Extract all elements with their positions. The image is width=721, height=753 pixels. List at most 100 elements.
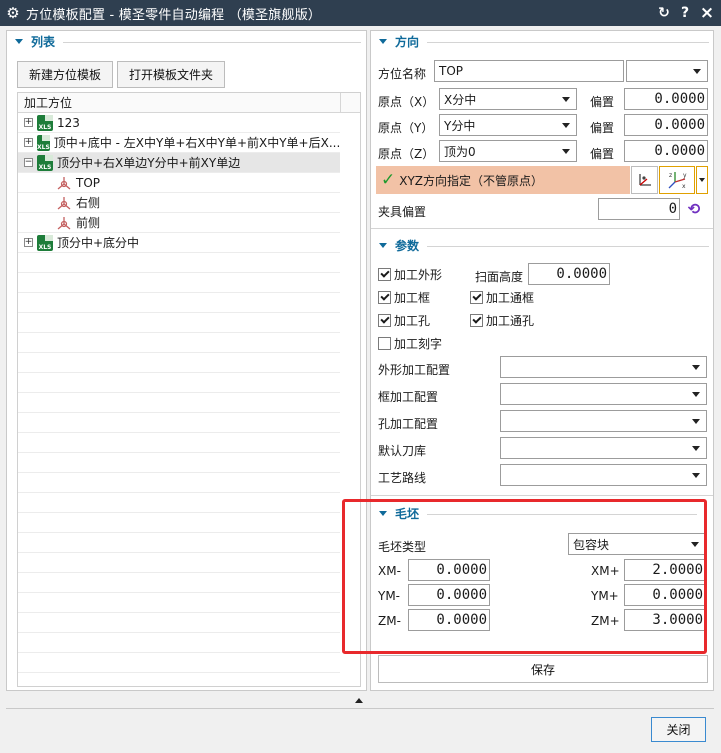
csys-dropdown-button[interactable] <box>696 166 708 194</box>
hole-config-select[interactable] <box>500 410 707 432</box>
xyz-direction-bar[interactable]: ✓ XYZ方向指定（不管原点） <box>376 166 630 194</box>
divider <box>371 495 713 496</box>
checkbox-checked-icon <box>470 314 483 327</box>
tree-empty-row <box>18 473 340 493</box>
open-template-folder-button[interactable]: 打开模板文件夹 <box>117 61 225 88</box>
offset-x-input[interactable]: 0.0000 <box>624 88 708 110</box>
close-button[interactable]: 关闭 <box>651 717 706 742</box>
list-section-header[interactable]: 列表 <box>7 31 55 51</box>
tree-empty-row <box>18 633 340 653</box>
tree-item-template[interactable]: + XLS 顶分中+底分中 <box>18 233 340 253</box>
origin-y-value: Y分中 <box>444 118 476 133</box>
zm-plus-label: ZM+ <box>591 614 620 628</box>
origin-y-select[interactable]: Y分中 <box>439 114 577 136</box>
direction-section-title: 方向 <box>395 34 420 49</box>
frame-config-label: 框加工配置 <box>378 390 439 404</box>
checkmark-icon: ✓ <box>381 170 396 190</box>
reset-icon[interactable]: ↻ <box>654 0 674 26</box>
list-section-title: 列表 <box>31 34 56 49</box>
origin-x-value: X分中 <box>444 92 477 107</box>
offset-y-input[interactable]: 0.0000 <box>624 114 708 136</box>
hole-checkbox[interactable]: 加工孔 <box>378 312 430 329</box>
ym-plus-label: YM+ <box>591 589 619 603</box>
new-template-button[interactable]: 新建方位模板 <box>17 61 113 88</box>
orientation-name-dropdown[interactable] <box>626 60 708 82</box>
frame-config-select[interactable] <box>500 383 707 405</box>
orientation-name-input[interactable]: TOP <box>434 60 624 82</box>
checkbox-checked-icon <box>470 291 483 304</box>
tree-empty-row <box>18 613 340 633</box>
outer-checkbox[interactable]: 加工外形 <box>378 266 442 283</box>
tree-empty-row <box>18 413 340 433</box>
expand-up-icon[interactable] <box>355 698 363 703</box>
tree-item-right[interactable]: 右侧 <box>18 193 340 213</box>
hole-config-label: 孔加工配置 <box>378 417 439 431</box>
checkbox-checked-icon <box>378 291 391 304</box>
tool-library-select[interactable] <box>500 437 707 459</box>
tree-item-label: TOP <box>76 175 101 190</box>
xls-file-icon: XLS <box>37 114 53 131</box>
zm-plus-input[interactable]: 3.0000 <box>624 609 706 631</box>
frame-checkbox[interactable]: 加工框 <box>378 289 430 306</box>
divider <box>427 42 709 43</box>
tree-empty-row <box>18 373 340 393</box>
origin-z-select[interactable]: 顶为0 <box>439 140 577 162</box>
fixture-offset-label: 夹具偏置 <box>378 205 427 219</box>
close-window-button[interactable]: × <box>697 0 717 26</box>
divider <box>371 228 713 229</box>
xm-plus-label: XM+ <box>591 564 620 578</box>
scan-height-input[interactable]: 0.0000 <box>528 263 610 285</box>
process-route-select[interactable] <box>500 464 707 486</box>
fixture-offset-input[interactable]: 0 <box>598 198 680 220</box>
xyz-direction-label: XYZ方向指定（不管原点） <box>399 173 544 188</box>
offset-z-input[interactable]: 0.0000 <box>624 140 708 162</box>
save-button[interactable]: 保存 <box>378 655 708 683</box>
chevron-down-icon <box>692 446 700 451</box>
through-frame-checkbox[interactable]: 加工通框 <box>470 289 534 306</box>
help-button[interactable]: ? <box>675 0 695 26</box>
divider <box>427 514 697 515</box>
zm-minus-input[interactable]: 0.0000 <box>408 609 490 631</box>
blank-type-select[interactable]: 包容块 <box>568 533 706 555</box>
collapse-icon <box>379 38 387 44</box>
origin-z-value: 顶为0 <box>444 144 476 159</box>
template-tree[interactable]: 加工方位 + XLS 123 + XLS 顶中+底中 - 左X中Y单+右X中Y单… <box>17 92 361 687</box>
engrave-checkbox[interactable]: 加工刻字 <box>378 335 442 352</box>
tree-empty-row <box>18 553 340 573</box>
direction-section-header[interactable]: 方向 <box>371 31 419 51</box>
tree-column-header: 加工方位 <box>18 93 340 113</box>
tree-item-123[interactable]: + XLS 123 <box>18 113 340 133</box>
blank-section-header[interactable]: 毛坯 <box>371 503 419 523</box>
expand-icon[interactable]: + <box>24 118 33 127</box>
xm-minus-input[interactable]: 0.0000 <box>408 559 490 581</box>
expand-icon[interactable]: + <box>24 138 33 147</box>
ym-plus-input[interactable]: 0.0000 <box>624 584 706 606</box>
refresh-button[interactable]: ⟲ <box>683 198 705 220</box>
tree-item-template-selected[interactable]: − XLS 顶分中+右X单边Y分中+前XY单边 <box>18 153 340 173</box>
blank-type-value: 包容块 <box>573 537 610 552</box>
through-hole-checkbox[interactable]: 加工通孔 <box>470 312 534 329</box>
ym-minus-input[interactable]: 0.0000 <box>408 584 490 606</box>
csys-dialog-button[interactable]: z x y <box>659 166 695 194</box>
collapse-icon <box>379 510 387 516</box>
origin-x-select[interactable]: X分中 <box>439 88 577 110</box>
xm-plus-input[interactable]: 2.0000 <box>624 559 706 581</box>
xyz-axes-icon: z x y <box>668 172 687 190</box>
divider <box>427 246 709 247</box>
orientation-name-label: 方位名称 <box>378 67 427 81</box>
zm-minus-label: ZM- <box>378 614 401 628</box>
csys-pick-button[interactable] <box>631 166 658 194</box>
tree-item-label: 顶分中+底分中 <box>57 236 140 250</box>
tree-item-front[interactable]: 前侧 <box>18 213 340 233</box>
expand-icon[interactable]: + <box>24 238 33 247</box>
params-section-header[interactable]: 参数 <box>371 235 419 255</box>
collapse-icon[interactable]: − <box>24 158 33 167</box>
origin-z-label: 原点（Z） <box>378 147 435 161</box>
outer-config-select[interactable] <box>500 356 707 378</box>
refresh-icon: ⟲ <box>687 200 701 218</box>
tree-empty-row <box>18 433 340 453</box>
tree-item-template[interactable]: + XLS 顶中+底中 - 左X中Y单+右X中Y单+前X中Y单+后X... <box>18 133 340 153</box>
tool-library-label: 默认刀库 <box>378 444 427 458</box>
tree-item-top[interactable]: TOP <box>18 173 340 193</box>
tree-item-label: 顶中+底中 - 左X中Y单+右X中Y单+前X中Y单+后X... <box>53 136 340 150</box>
